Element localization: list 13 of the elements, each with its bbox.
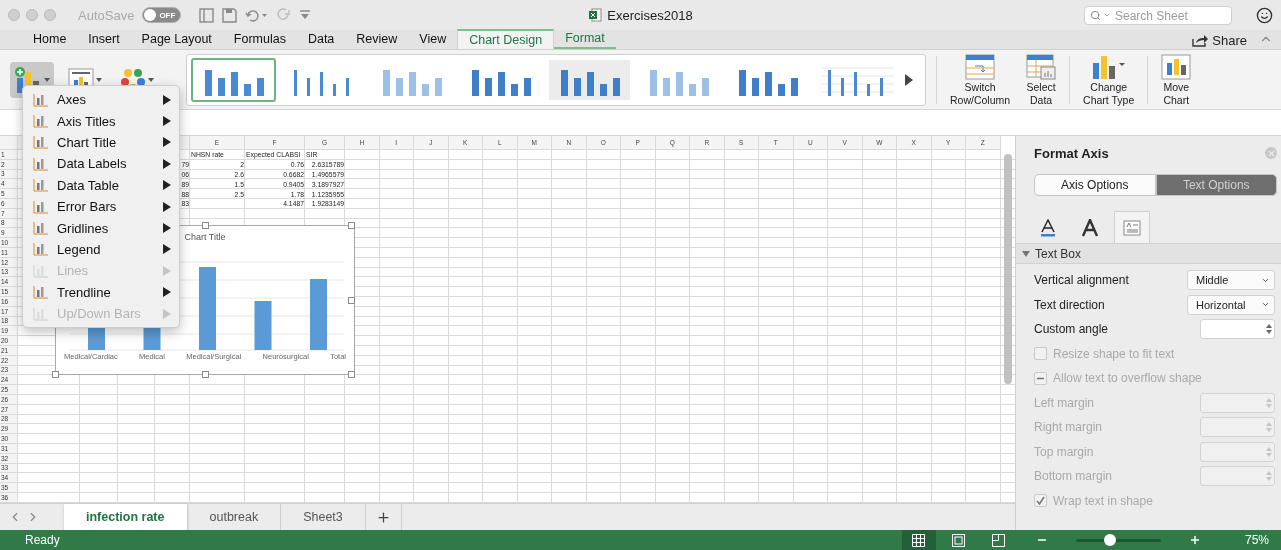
field-label: Text direction — [1034, 297, 1105, 312]
field-label: Right margin — [1034, 420, 1103, 435]
status-text: Ready — [25, 533, 60, 547]
field-label: Top margin — [1034, 444, 1094, 459]
field-label: Bottom margin — [1034, 469, 1113, 484]
autosave-label: AutoSave — [78, 7, 135, 23]
window-title: Exercises2018 — [607, 7, 693, 23]
field-label: Left margin — [1034, 395, 1095, 410]
chart-title: Chart Title — [184, 232, 226, 242]
field-label: Vertical alignment — [1034, 273, 1129, 288]
field-label: Custom angle — [1034, 322, 1109, 337]
panel-title: Format Axis — [1034, 145, 1109, 161]
zoom-level: 75% — [1244, 533, 1269, 547]
